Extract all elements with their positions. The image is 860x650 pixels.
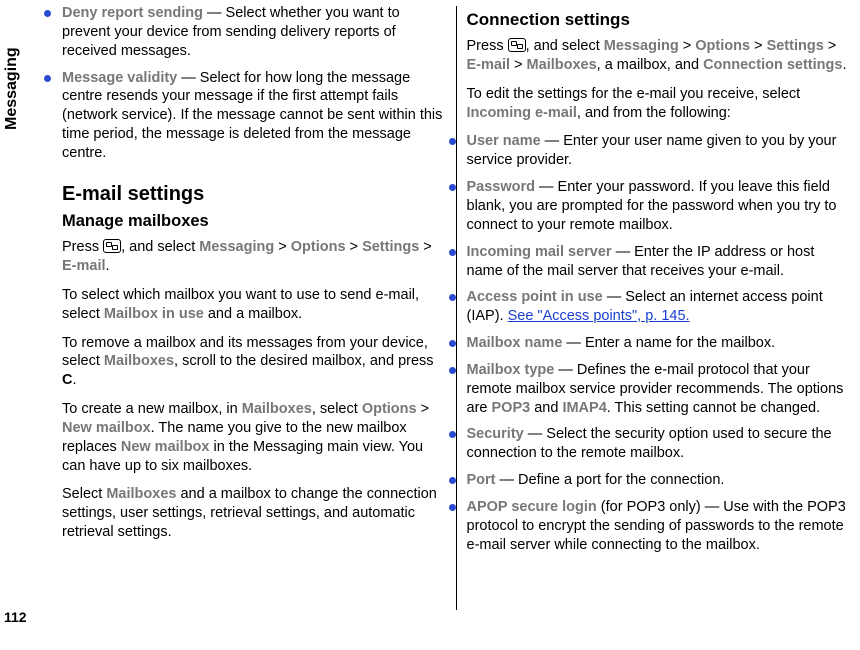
list-incoming-email: User name — Enter your user name given t… (467, 132, 851, 554)
paragraph: Press , and select Messaging > Options >… (467, 37, 851, 75)
list-item: Password — Enter your password. If you l… (467, 178, 851, 235)
columns: Deny report sending — Select whether you… (32, 0, 860, 650)
paragraph: Press , and select Messaging > Options >… (62, 238, 446, 276)
paragraph: To edit the settings for the e-mail you … (467, 85, 851, 123)
list-item: Security — Select the security option us… (467, 425, 851, 463)
paragraph: To remove a mailbox and its messages fro… (62, 334, 446, 391)
list-item: Incoming mail server — Enter the IP addr… (467, 243, 851, 281)
list-item: Message validity — Select for how long t… (62, 69, 446, 163)
subheading-connection-settings: Connection settings (467, 9, 851, 31)
heading-email-settings: E-mail settings (62, 181, 446, 207)
page-number: 112 (4, 609, 27, 625)
link-access-points[interactable]: See "Access points", p. 145. (508, 308, 690, 324)
menu-key-icon (103, 239, 121, 253)
paragraph: To create a new mailbox, in Mailboxes, s… (62, 400, 446, 475)
column-left: Deny report sending — Select whether you… (32, 0, 456, 650)
side-tab-label: Messaging (3, 47, 21, 130)
paragraph: Select Mailboxes and a mailbox to change… (62, 485, 446, 542)
term: Message validity (62, 70, 177, 86)
list-sms-settings: Deny report sending — Select whether you… (62, 4, 446, 163)
term: Deny report sending (62, 5, 203, 21)
list-item: Mailbox name — Enter a name for the mail… (467, 334, 851, 353)
list-item: Mailbox type — Defines the e-mail protoc… (467, 361, 851, 418)
list-item: User name — Enter your user name given t… (467, 132, 851, 170)
paragraph: To select which mailbox you want to use … (62, 286, 446, 324)
column-right: Connection settings Press , and select M… (457, 0, 860, 650)
list-item: Access point in use — Select an internet… (467, 288, 851, 326)
list-item: Deny report sending — Select whether you… (62, 4, 446, 61)
side-tab: Messaging (0, 0, 30, 140)
subheading-manage-mailboxes: Manage mailboxes (62, 211, 446, 232)
list-item: Port — Define a port for the connection. (467, 471, 851, 490)
list-item: APOP secure login (for POP3 only) — Use … (467, 498, 851, 555)
page: Messaging 112 Deny report sending — Sele… (0, 0, 860, 650)
menu-key-icon (508, 38, 526, 52)
